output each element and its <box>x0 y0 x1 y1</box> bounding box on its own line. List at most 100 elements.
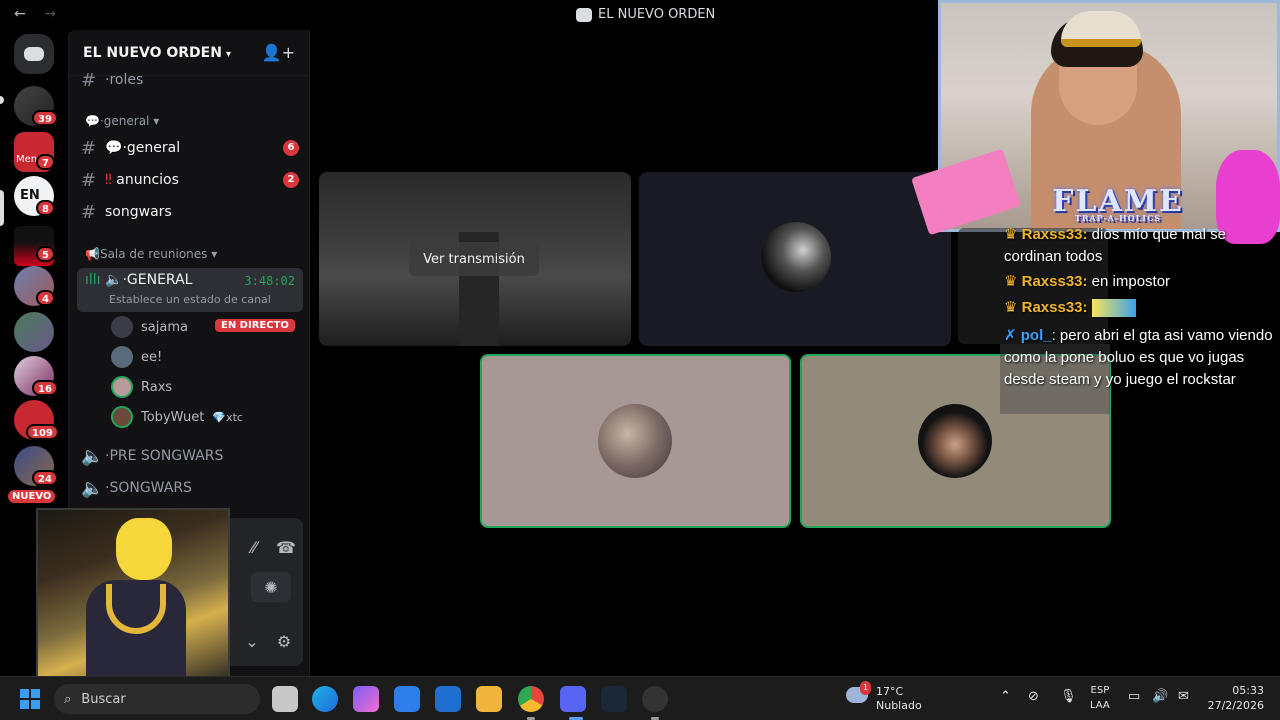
new-badge: NUEVO <box>8 490 56 503</box>
server-icon-6[interactable] <box>14 312 54 352</box>
watch-stream-button[interactable]: Ver transmisión <box>409 242 539 276</box>
diamond-icon: 💎 <box>212 410 227 424</box>
channel-label: ·PRE SONGWARS <box>105 448 224 464</box>
channel-general[interactable]: # 💬·general 6 <box>81 134 305 162</box>
volume-icon[interactable]: 🔊 <box>1152 689 1168 704</box>
channel-label: ‼ anuncios <box>105 172 179 188</box>
voice-member[interactable]: Raxs <box>111 374 172 400</box>
webcam-cap <box>1061 11 1141 47</box>
obs-icon[interactable] <box>642 686 668 712</box>
chat-user: pol_ <box>1020 327 1052 344</box>
member-name: ee! <box>141 349 163 365</box>
avatar <box>111 316 133 338</box>
back-icon[interactable]: ← <box>14 6 26 22</box>
server-icon-3[interactable]: EN 8 <box>14 176 55 216</box>
server-label: EN <box>20 188 40 203</box>
category-general[interactable]: 💬·general ▾ <box>85 114 159 128</box>
speaker-icon: 🔈 <box>81 445 104 467</box>
avatar <box>761 222 831 292</box>
chrome-icon[interactable] <box>518 686 544 712</box>
voice-channel-pre-songwars[interactable]: 🔈 ·PRE SONGWARS <box>81 442 305 470</box>
chat-message: ✗ pol_: pero abri el gta asi vamo viendo… <box>1004 325 1280 391</box>
voice-channel-general[interactable]: ıllı 🔈·GENERAL 3:48:02 Establece un esta… <box>77 268 303 312</box>
speaker-icon: 🔈 <box>81 477 104 499</box>
voice-channel-songwars[interactable]: 🔈 ·SONGWARS <box>81 474 305 502</box>
soundboard-icon[interactable]: ✺ <box>251 572 291 602</box>
microphone-icon[interactable]: 🎙 <box>1060 689 1077 704</box>
stream-tile[interactable]: Ver transmisión <box>319 172 631 346</box>
server-badge: 7 <box>36 154 55 170</box>
channel-songwars[interactable]: # songwars <box>81 198 305 226</box>
voice-member[interactable]: ee! <box>111 344 162 370</box>
member-name: Raxs <box>141 379 173 395</box>
server-icon-4[interactable]: 5 <box>14 226 55 266</box>
channel-label: ·SONGWARS <box>105 480 192 496</box>
emote-icon <box>1091 299 1136 318</box>
clock[interactable]: 05:33 27/2/2026 <box>1206 683 1264 713</box>
server-icon-9[interactable]: 24 <box>14 446 58 486</box>
category-meeting[interactable]: 📢Sala de reuniones ▾ <box>85 247 217 261</box>
signal-icon[interactable]: ⁄⁄ <box>239 532 269 562</box>
server-badge: 4 <box>36 290 55 306</box>
chat-text: en impostor <box>1087 273 1171 290</box>
chat-message: ♛ Raxss33: en impostor <box>1004 271 1280 293</box>
chat-user: Raxss33: <box>1021 273 1088 290</box>
clock-date: 27/2/2026 <box>1207 699 1264 712</box>
voice-member[interactable]: TobyWuet 💎xtc <box>111 404 243 430</box>
weather-badge: 1 <box>860 681 872 695</box>
server-icon-2[interactable]: Men 7 <box>14 132 55 172</box>
store-icon[interactable] <box>394 686 420 712</box>
avatar <box>598 404 672 478</box>
outlook-icon[interactable] <box>435 686 461 712</box>
language-indicator[interactable]: ESP LAA <box>1090 683 1110 713</box>
disconnect-icon[interactable]: ☎ <box>271 532 301 562</box>
nav-arrows: ← → <box>14 6 70 22</box>
participant-tile[interactable] <box>639 172 951 346</box>
voice-activity-icon: ıllı <box>85 272 101 288</box>
add-user-icon[interactable]: 👤+ <box>262 43 295 62</box>
server-badge: 5 <box>36 246 55 262</box>
chevron-down-icon[interactable]: ⌄ <box>237 626 267 656</box>
folder-icon[interactable] <box>476 686 502 712</box>
chevron-up-icon[interactable]: ⌃ <box>1000 689 1011 704</box>
monitor-icon[interactable]: ▭ <box>1128 689 1140 704</box>
channel-anuncios[interactable]: # ‼ anuncios 2 <box>81 166 305 194</box>
steam-icon[interactable] <box>601 686 627 712</box>
hash-icon: # <box>81 137 97 159</box>
brand-logo: FLAME TRAP-A-HOLICS <box>1016 184 1220 228</box>
task-view-icon[interactable] <box>272 686 298 712</box>
sword-icon: ✗ <box>1004 327 1017 344</box>
overlay-figure-head <box>116 518 172 580</box>
discord-home-icon[interactable] <box>14 34 54 74</box>
voice-channel-name: ıllı 🔈·GENERAL <box>85 272 192 288</box>
voice-member[interactable]: sajama <box>111 314 188 340</box>
chevron-down-icon: ▾ <box>225 48 231 60</box>
server-icon-8[interactable]: 109 <box>14 400 59 440</box>
avatar <box>918 404 992 478</box>
weather-desc: Nublado <box>876 699 922 712</box>
taskbar-search[interactable]: ⌕ Buscar <box>54 684 260 714</box>
network-muted-icon[interactable]: ⊘ <box>1028 689 1039 704</box>
server-badge: 8 <box>36 200 55 216</box>
server-icon-7[interactable]: 16 <box>14 356 58 396</box>
language-code: ESP <box>1090 685 1110 696</box>
voice-channel-label: ·GENERAL <box>122 272 193 288</box>
windows-start-icon[interactable] <box>20 689 40 709</box>
copilot-icon[interactable] <box>353 686 379 712</box>
server-icon-1[interactable]: 39 <box>14 86 58 126</box>
taskbar: ⌕ Buscar 1 17°C Nublado ⌃ ⊘ 🎙 ESP LAA ▭ … <box>0 676 1280 720</box>
participant-tile-speaking[interactable] <box>480 354 791 528</box>
notification-icon[interactable]: ✉ <box>1178 689 1189 704</box>
forward-icon[interactable]: → <box>44 6 56 22</box>
keyboard-layout: LAA <box>1090 700 1110 711</box>
megaphone-icon: 📢 <box>85 247 100 261</box>
search-icon: ⌕ <box>64 691 72 707</box>
edge-icon[interactable] <box>312 686 338 712</box>
discord-taskbar-icon[interactable] <box>560 686 586 712</box>
channel-status[interactable]: Establece un estado de canal <box>109 293 271 306</box>
chat-user: Raxss33: <box>1021 299 1088 316</box>
channel-roles[interactable]: # ·roles <box>81 66 305 94</box>
gear-icon[interactable]: ⚙ <box>269 626 299 656</box>
server-icon-5[interactable]: 4 <box>14 266 55 306</box>
selected-pill <box>0 190 4 226</box>
